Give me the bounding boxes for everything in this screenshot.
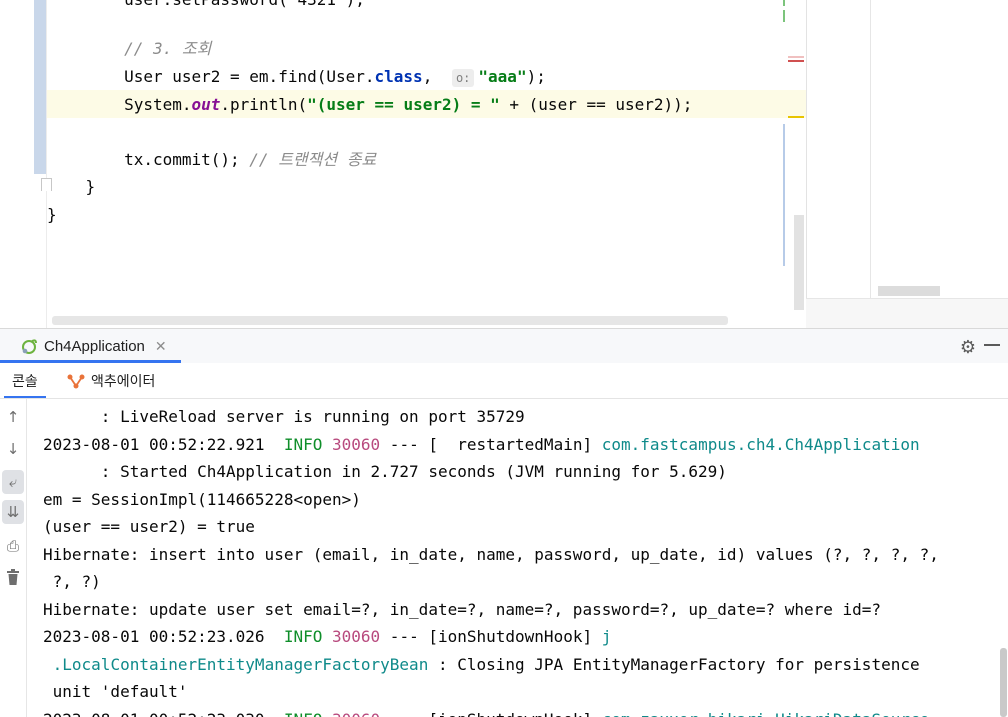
spring-boot-app-icon [22, 339, 37, 354]
soft-wrap-icon[interactable]: ⤶ [2, 470, 24, 494]
token: ); [526, 67, 546, 86]
console-line: 2023-08-01 00:52:23.026 INFO 30060 --- [… [43, 623, 611, 650]
trash-icon-glyph [7, 569, 19, 585]
print-icon[interactable]: ⎙ [2, 534, 24, 558]
token: 30060 [332, 710, 380, 717]
code-line: user.setPassword("4321"); [47, 0, 365, 14]
console-output[interactable]: : LiveReload server is running on port 3… [27, 399, 1008, 717]
editor-horizontal-scrollbar[interactable] [52, 316, 728, 325]
token: --- [ionShutdownHook] [380, 710, 602, 717]
console-line: 2023-08-01 00:52:22.921 INFO 30060 --- [… [43, 431, 920, 458]
code-editor[interactable]: user.setPassword("4321"); // 3. 조회 User … [0, 0, 806, 328]
console-line: Hibernate: insert into user (email, in_d… [43, 541, 939, 568]
tab-console[interactable]: 콘솔 [0, 363, 50, 398]
token: System. [124, 95, 192, 114]
trash-icon[interactable] [2, 565, 24, 589]
console-line: : Started Ch4Application in 2.727 second… [43, 458, 727, 485]
code-area[interactable]: user.setPassword("4321"); // 3. 조회 User … [47, 0, 806, 328]
token: 30060 [332, 435, 381, 454]
token: } [47, 205, 57, 224]
token: ?, ?) [43, 572, 101, 591]
token: INFO [283, 627, 323, 646]
console-tab-bar: 콘솔 액추에이터 [0, 363, 1008, 399]
token: : Closing JPA EntityManagerFactory for p… [428, 655, 920, 674]
run-tab-ch4application[interactable]: Ch4Application ✕ [0, 329, 181, 363]
console-vertical-scrollbar[interactable] [1000, 648, 1007, 717]
token: + (user == user2)); [499, 95, 693, 114]
token: com.fastcampus.ch4.Ch4Application [601, 435, 920, 454]
editor-gutter[interactable] [0, 0, 34, 328]
token: INFO [283, 435, 323, 454]
console-line: Hibernate: update user set email=?, in_d… [43, 596, 881, 623]
console-line: ?, ?) [43, 568, 101, 595]
token: com.zaxxer.hikari.HikariDataSource [602, 710, 930, 717]
token: 2023-08-01 00:52:23.026 [43, 627, 284, 646]
console-toolbar: ↑ ↓ ⤶ ⇊ ⎙ [0, 399, 27, 717]
token: unit 'default' [43, 682, 188, 701]
token: Hibernate: insert into user (email, in_d… [43, 545, 939, 564]
console-line: unit 'default' [43, 678, 188, 705]
token: 2023-08-01 00:52:22.921 [43, 435, 284, 454]
token: j [601, 627, 612, 646]
tab-actuator[interactable]: 액추에이터 [66, 363, 155, 398]
code-line: User user2 = em.find(User.class, o: "aaa"… [47, 63, 546, 91]
tab-console-label: 콘솔 [12, 372, 38, 389]
token: 2023-08-01 00:52:23.030 [43, 710, 284, 717]
token: INFO [284, 710, 323, 717]
code-line: } [47, 201, 57, 229]
token: "aaa" [478, 67, 527, 86]
token: tx.commit(); [124, 150, 250, 169]
token: // 3. 조회 [124, 39, 212, 58]
console-line: .LocalContainerEntityManagerFactoryBean … [43, 651, 920, 678]
structure-panel-inner [870, 0, 1008, 298]
token: --- [ restartedMain] [380, 435, 602, 454]
close-icon[interactable]: ✕ [155, 338, 167, 355]
token: } [85, 177, 96, 196]
token: : Started Ch4Application in 2.727 second… [43, 462, 727, 481]
console-line: 2023-08-01 00:52:23.030 INFO 30060 --- [… [43, 706, 929, 717]
token: : LiveReload server is running on port 3… [43, 407, 525, 426]
token: .LocalContainerEntityManagerFactoryBean [52, 655, 429, 674]
run-tool-window-header: Ch4Application ✕ ⚙ [0, 328, 1008, 364]
token: user.setPassword("4321"); [124, 0, 365, 9]
actuator-icon [67, 374, 85, 388]
token: .println( [220, 95, 308, 114]
minimize-icon[interactable] [984, 344, 1000, 346]
code-line: // 3. 조회 [47, 35, 211, 63]
arrow-down-icon[interactable]: ↓ [2, 437, 24, 461]
console-line: : LiveReload server is running on port 3… [43, 403, 525, 430]
token: --- [ionShutdownHook] [380, 627, 602, 646]
code-line: tx.commit(); // 트랜잭션 종료 [47, 146, 376, 174]
token: , [422, 67, 442, 86]
token: 30060 [332, 627, 381, 646]
token: // 트랜잭션 종료 [249, 150, 377, 169]
token: "(user == user2) = " [307, 95, 500, 114]
token: Hibernate: update user set email=?, in_d… [43, 600, 882, 619]
scroll-to-end-icon[interactable]: ⇊ [2, 500, 24, 524]
editor-vertical-scrollbar[interactable] [794, 215, 804, 310]
gear-icon[interactable]: ⚙ [960, 337, 976, 358]
code-line: System.out.println("(user == user2) = " … [47, 91, 692, 119]
code-line: } [47, 173, 96, 201]
token: class [374, 67, 423, 86]
structure-panel-footer [806, 298, 1008, 329]
run-tab-label: Ch4Application [44, 337, 145, 355]
token: em = SessionImpl(114665228<open>) [43, 490, 361, 509]
parameter-hint: o: [451, 68, 475, 87]
console-line: em = SessionImpl(114665228<open>) [43, 486, 361, 513]
structure-panel-scrollbar[interactable] [878, 286, 940, 296]
token: (user == user2) = true [43, 517, 255, 536]
console-line: (user == user2) = true [43, 513, 255, 540]
token: User user2 = em.find(User. [124, 67, 375, 86]
token: out [191, 95, 221, 114]
arrow-up-icon[interactable]: ↑ [2, 405, 24, 429]
tab-actuator-label: 액추에이터 [91, 372, 156, 389]
